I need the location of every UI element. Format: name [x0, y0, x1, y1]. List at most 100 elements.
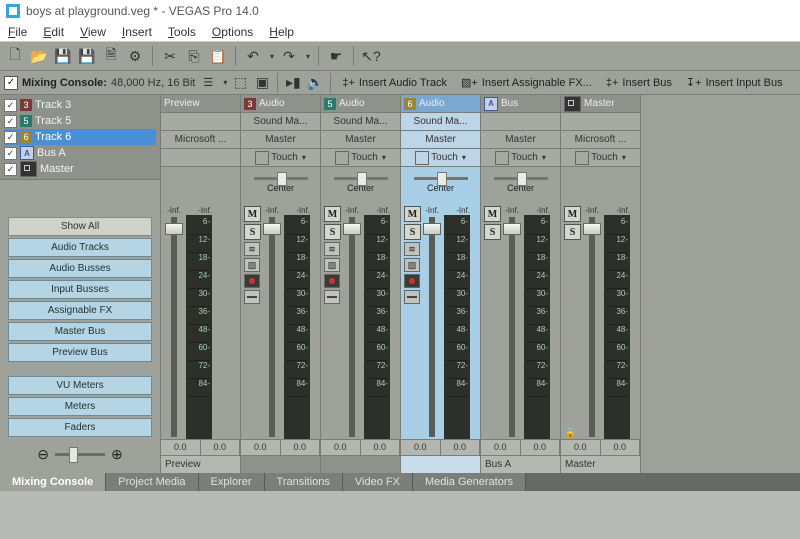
save-all-icon[interactable]: 💾 — [78, 47, 96, 65]
solo-button[interactable]: S — [484, 224, 501, 240]
route-cell[interactable]: Microsoft ... — [161, 131, 240, 149]
menu-file[interactable]: File — [0, 25, 35, 39]
automation-mode[interactable]: Touch▾ — [401, 149, 480, 167]
fader-knob[interactable] — [583, 223, 601, 235]
solo-button[interactable]: S — [564, 224, 581, 240]
pan-thumb[interactable] — [277, 172, 287, 186]
mute-button[interactable]: M — [244, 206, 261, 222]
pan-slider[interactable]: Center — [401, 167, 480, 203]
zoom-in-icon[interactable]: ⊕ — [111, 446, 123, 463]
caret-icon[interactable]: ▾ — [302, 153, 306, 162]
route-cell[interactable]: Master — [401, 131, 480, 149]
automation-mode[interactable]: Touch▾ — [561, 149, 640, 167]
volume-fader[interactable] — [349, 217, 355, 437]
channel-header[interactable]: ABus — [481, 95, 560, 113]
volume-fader[interactable] — [589, 217, 595, 437]
arm-record-button[interactable] — [324, 274, 340, 288]
track-list-row[interactable]: 6Track 6 — [4, 129, 156, 145]
caret-icon[interactable]: ▾ — [382, 153, 386, 162]
tab-project-media[interactable]: Project Media — [106, 473, 198, 491]
fader-knob[interactable] — [343, 223, 361, 235]
pan-track[interactable] — [494, 177, 548, 180]
save-icon[interactable]: 💾 — [54, 47, 72, 65]
channel-header[interactable]: Preview — [161, 95, 240, 113]
pan-track[interactable] — [414, 177, 468, 180]
mute-button[interactable]: M — [324, 206, 341, 222]
route-cell[interactable]: Master — [241, 131, 320, 149]
fx-button[interactable]: ▨ — [404, 258, 420, 272]
dim-icon[interactable]: ▣ — [253, 74, 271, 92]
track-checkbox[interactable] — [4, 147, 17, 160]
channel-header[interactable]: Master — [561, 95, 640, 113]
properties-icon[interactable]: 🗎 — [102, 47, 120, 65]
zoom-slider[interactable] — [55, 453, 105, 456]
channel-footer[interactable] — [401, 455, 480, 473]
assignable-fx-button[interactable]: Assignable FX — [8, 301, 152, 320]
channel-footer[interactable]: Preview — [161, 455, 240, 473]
master-bus-button[interactable]: Master Bus — [8, 322, 152, 341]
mixing-console-checkbox[interactable]: ✓ — [4, 76, 18, 90]
track-list-row[interactable]: 3Track 3 — [4, 97, 156, 113]
input-monitor-button[interactable] — [244, 290, 260, 304]
help-icon[interactable]: ↖? — [362, 47, 380, 65]
route-cell[interactable]: Master — [481, 131, 560, 149]
undo-caret-icon[interactable]: ▾ — [270, 52, 274, 61]
volume-fader[interactable] — [171, 217, 177, 437]
menu-insert[interactable]: Insert — [114, 25, 160, 39]
route-cell[interactable]: Microsoft ... — [561, 131, 640, 149]
menu-help[interactable]: Help — [261, 25, 302, 39]
fader-knob[interactable] — [263, 223, 281, 235]
preview-bus-button[interactable]: Preview Bus — [8, 343, 152, 362]
pan-thumb[interactable] — [357, 172, 367, 186]
track-checkbox[interactable] — [4, 163, 17, 176]
volume-fader[interactable] — [429, 217, 435, 437]
arm-record-button[interactable] — [404, 274, 420, 288]
touch-icon[interactable]: ☛ — [327, 47, 345, 65]
solo-button[interactable]: S — [404, 224, 421, 240]
volume-fader[interactable] — [509, 217, 515, 437]
view-options-icon[interactable]: ☰ — [199, 74, 217, 92]
cut-icon[interactable]: ✂ — [161, 47, 179, 65]
phase-button[interactable]: ≋ — [324, 242, 340, 256]
redo-icon[interactable]: ↷ — [280, 47, 298, 65]
fx-button[interactable]: ▨ — [324, 258, 340, 272]
speaker-icon[interactable]: 🔈 — [306, 74, 324, 92]
vu-meters-button[interactable]: VU Meters — [8, 376, 152, 395]
channel-footer[interactable]: Bus A — [481, 455, 560, 473]
tab-video-fx[interactable]: Video FX — [343, 473, 413, 491]
fader-knob[interactable] — [503, 223, 521, 235]
mute-button[interactable]: M — [564, 206, 581, 222]
channel-footer[interactable] — [241, 455, 320, 473]
audio-busses-button[interactable]: Audio Busses — [8, 259, 152, 278]
input-busses-button[interactable]: Input Busses — [8, 280, 152, 299]
insert-assignable-fx-button[interactable]: ▧+ Insert Assignable FX... — [456, 74, 597, 92]
insert-audio-track-button[interactable]: ‡+ Insert Audio Track — [337, 74, 452, 92]
pan-track[interactable] — [254, 177, 308, 180]
track-list-row[interactable]: Master — [4, 161, 156, 177]
settings-icon[interactable]: ⚙ — [126, 47, 144, 65]
prev-icon[interactable]: ▸▮ — [284, 74, 302, 92]
pan-thumb[interactable] — [437, 172, 447, 186]
show-all-button[interactable]: Show All — [8, 217, 152, 236]
faders-button[interactable]: Faders — [8, 418, 152, 437]
zoom-thumb[interactable] — [69, 447, 78, 463]
redo-caret-icon[interactable]: ▾ — [306, 52, 310, 61]
phase-button[interactable]: ≋ — [244, 242, 260, 256]
automation-mode[interactable]: Touch▾ — [481, 149, 560, 167]
paste-icon[interactable]: 📋 — [209, 47, 227, 65]
fx-button[interactable]: ▨ — [244, 258, 260, 272]
tab-mixing-console[interactable]: Mixing Console — [0, 473, 106, 491]
solo-button[interactable]: S — [244, 224, 261, 240]
audio-tracks-button[interactable]: Audio Tracks — [8, 238, 152, 257]
fx-cell[interactable] — [161, 113, 240, 131]
pan-track[interactable] — [334, 177, 388, 180]
copy-icon[interactable]: ⎘ — [185, 47, 203, 65]
solo-button[interactable]: S — [324, 224, 341, 240]
channel-footer[interactable] — [321, 455, 400, 473]
channel-header[interactable]: 6Audio — [401, 95, 480, 113]
menu-tools[interactable]: Tools — [160, 25, 204, 39]
tab-media-generators[interactable]: Media Generators — [413, 473, 526, 491]
undo-icon[interactable]: ↶ — [244, 47, 262, 65]
insert-bus-button[interactable]: ‡+ Insert Bus — [601, 74, 677, 92]
track-checkbox[interactable] — [4, 131, 17, 144]
